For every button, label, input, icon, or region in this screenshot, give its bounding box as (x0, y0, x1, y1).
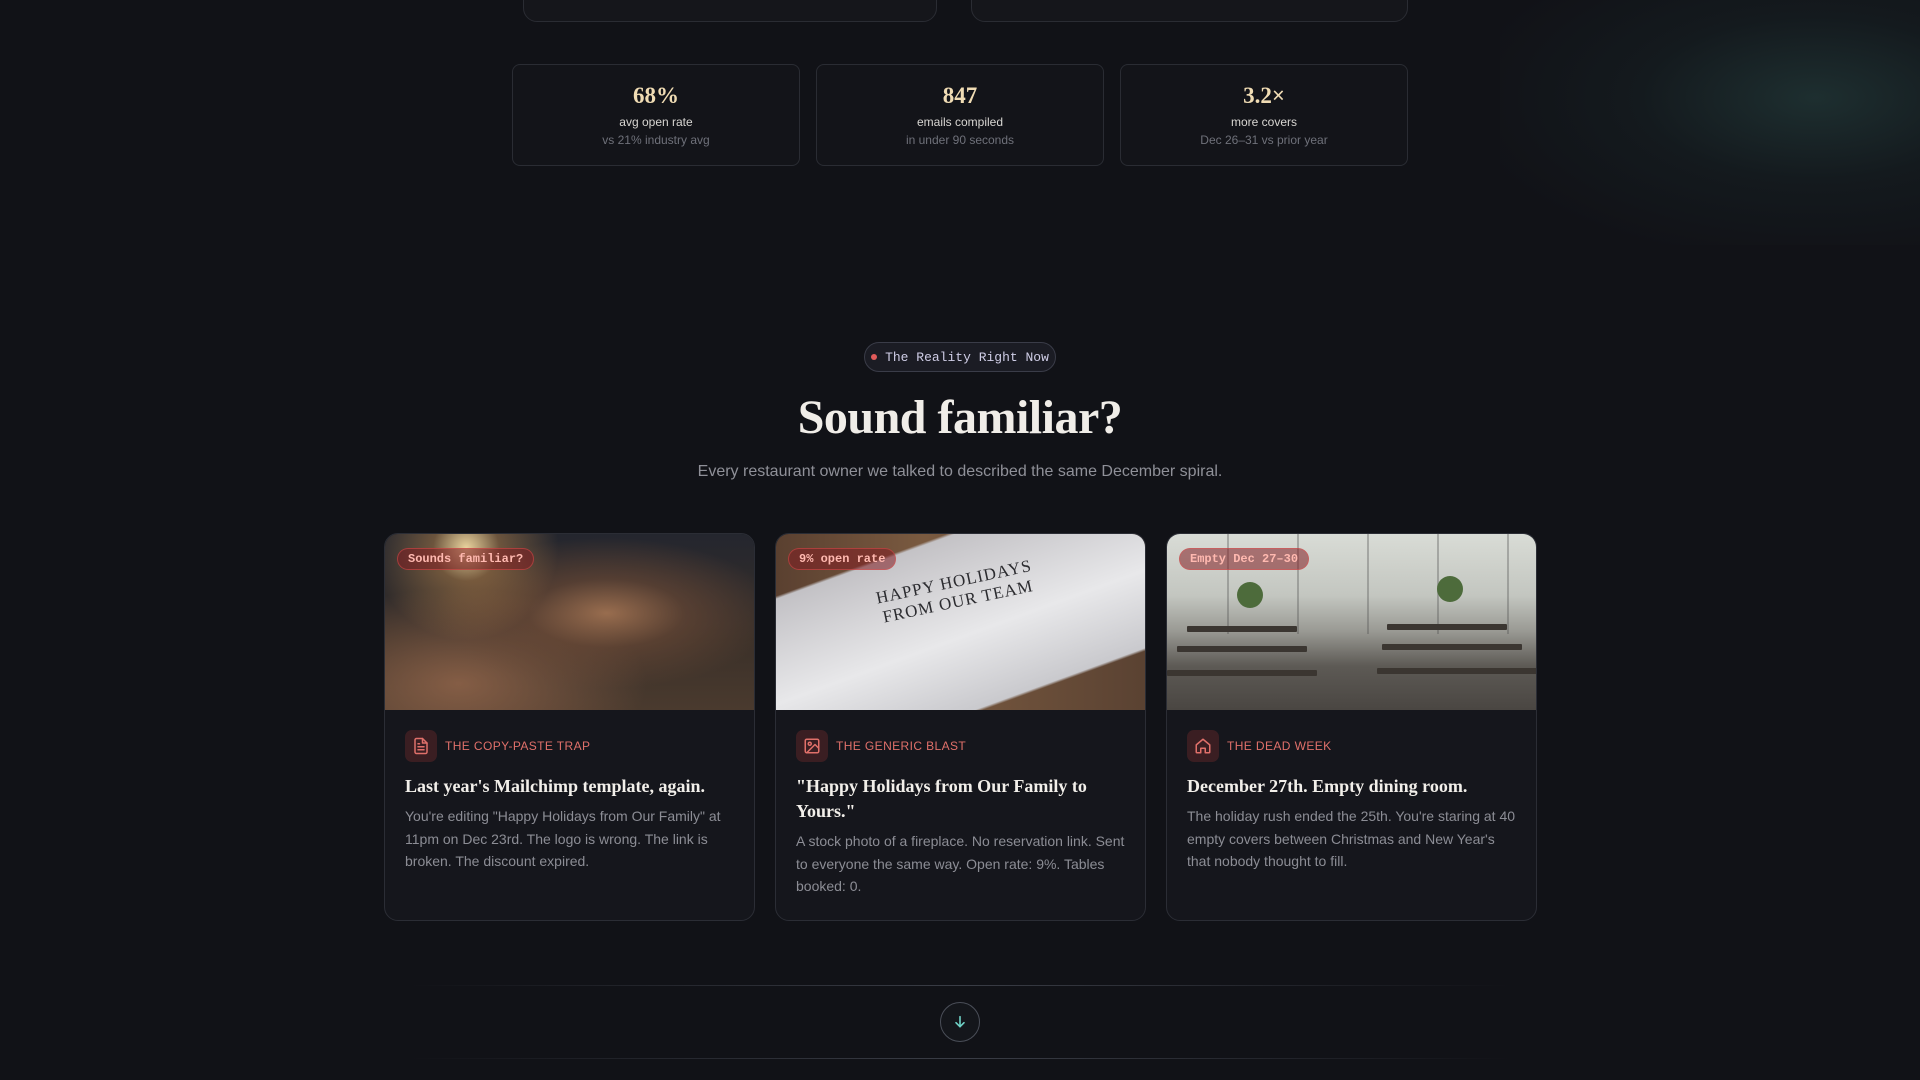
card-badge: Sounds familiar? (397, 548, 535, 570)
card-category: THE GENERIC BLAST (796, 730, 1125, 762)
table (1377, 668, 1536, 674)
card-text: A stock photo of a fireplace. No reserva… (796, 833, 1125, 894)
card-text: You're editing "Happy Holidays from Our … (405, 808, 721, 869)
card-image-laptop: Sounds familiar? (385, 534, 754, 710)
card-dead-week[interactable]: Empty Dec 27–30 THE DEAD WEEK December 2… (1166, 533, 1537, 921)
stat-label: more covers (1230, 115, 1298, 129)
cards-row: Sounds familiar? THE COPY-PASTE TRAP Las… (384, 533, 1537, 921)
section-subhead: Every restaurant owner we talked to desc… (697, 463, 1223, 480)
stats-row: 68% avg open rate vs 21% industry avg 84… (512, 64, 1408, 166)
dot-icon (871, 354, 878, 360)
card-title: "Happy Holidays from Our Family to Yours… (796, 776, 1087, 821)
arrow-down-icon (955, 1015, 965, 1028)
card-badge: 9% open rate (788, 548, 897, 570)
document-icon (405, 730, 437, 762)
table (1167, 670, 1317, 676)
stat-more-covers: 3.2× more covers Dec 26–31 vs prior year (1120, 64, 1408, 166)
stat-value: 68% (633, 83, 679, 108)
table (1387, 624, 1507, 630)
card-badge: Empty Dec 27–30 (1179, 548, 1310, 570)
card-title: December 27th. Empty dining room. (1187, 776, 1468, 796)
background-glow (1500, 0, 1920, 245)
stat-value: 3.2× (1243, 83, 1285, 108)
window-frame (1507, 534, 1509, 634)
image-icon (796, 730, 828, 762)
card-image-empty-dining-room: Empty Dec 27–30 (1167, 534, 1536, 710)
section-pill: The Reality Right Now (864, 342, 1056, 372)
stat-note: vs 21% industry avg (602, 133, 710, 147)
home-icon (1187, 730, 1219, 762)
stat-value: 847 (942, 83, 978, 108)
table (1382, 644, 1522, 650)
card-category: THE COPY-PASTE TRAP (405, 730, 734, 762)
plant (1237, 582, 1263, 608)
section-headline: Sound familiar? (797, 391, 1123, 444)
divider (410, 985, 1510, 986)
stat-label: avg open rate (619, 115, 693, 129)
scroll-down-button[interactable] (940, 1002, 980, 1042)
card-category-label: THE GENERIC BLAST (836, 739, 967, 753)
card-category-label: THE COPY-PASTE TRAP (445, 739, 591, 753)
stat-note: in under 90 seconds (905, 133, 1015, 147)
divider (410, 1058, 1510, 1059)
table (1187, 626, 1297, 632)
stat-open-rate: 68% avg open rate vs 21% industry avg (512, 64, 800, 166)
top-card-right (971, 0, 1408, 22)
card-text: The holiday rush ended the 25th. You're … (1187, 808, 1516, 869)
stat-emails-compiled: 847 emails compiled in under 90 seconds (816, 64, 1104, 166)
window-frame (1367, 534, 1369, 634)
plant (1437, 576, 1463, 602)
card-category: THE DEAD WEEK (1187, 730, 1516, 762)
card-category-label: THE DEAD WEEK (1227, 739, 1332, 753)
top-card-left (523, 0, 937, 22)
card-copy-paste-trap[interactable]: Sounds familiar? THE COPY-PASTE TRAP Las… (384, 533, 755, 921)
card-image-phone-email: HAPPY HOLIDAYS FROM OUR TEAM 9% open rat… (776, 534, 1145, 710)
card-generic-blast[interactable]: HAPPY HOLIDAYS FROM OUR TEAM 9% open rat… (775, 533, 1146, 921)
stat-label: emails compiled (916, 115, 1004, 129)
pill-label: The Reality Right Now (885, 349, 1049, 365)
stat-note: Dec 26–31 vs prior year (1200, 133, 1328, 147)
card-title: Last year's Mailchimp template, again. (405, 776, 705, 796)
table (1177, 646, 1307, 652)
